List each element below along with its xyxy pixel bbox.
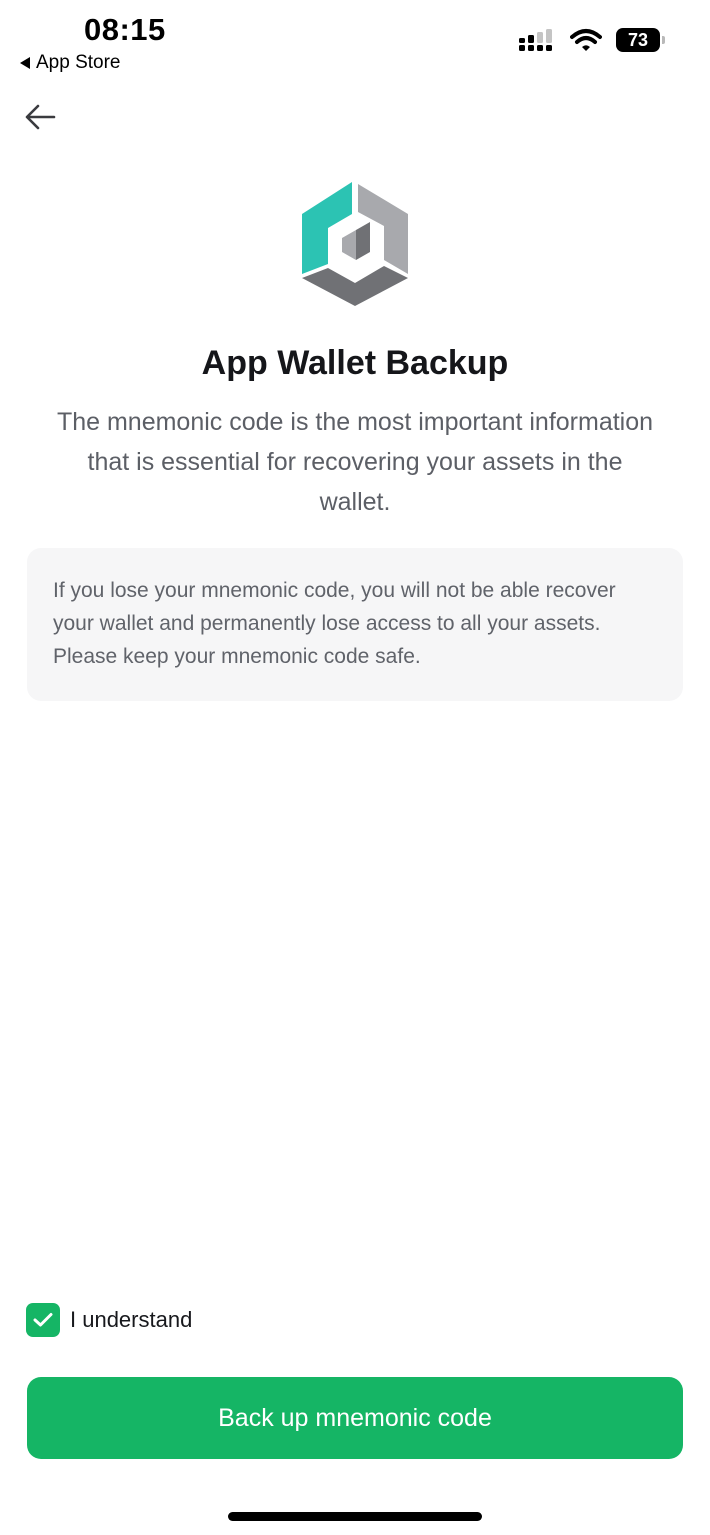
page-title: App Wallet Backup xyxy=(201,344,509,382)
return-to-app-link[interactable]: App Store xyxy=(20,52,121,74)
warning-notice: If you lose your mnemonic code, you will… xyxy=(27,548,683,701)
checkmark-icon xyxy=(33,1313,53,1327)
return-app-label: App Store xyxy=(36,52,121,73)
status-indicators: 73 xyxy=(518,28,665,52)
home-indicator xyxy=(228,1512,482,1521)
wallet-logo-icon xyxy=(302,182,408,306)
back-triangle-icon xyxy=(20,57,30,69)
page-description: The mnemonic code is the most important … xyxy=(56,408,654,516)
warning-notice-text: If you lose your mnemonic code, you will… xyxy=(53,579,616,668)
battery-icon: 73 xyxy=(616,28,665,52)
battery-level: 73 xyxy=(627,29,649,50)
wifi-icon xyxy=(570,29,602,51)
status-time: 08:15 xyxy=(84,12,166,47)
understand-checkbox[interactable] xyxy=(26,1303,60,1337)
arrow-left-icon[interactable] xyxy=(24,102,58,132)
understand-label[interactable]: I understand xyxy=(70,1307,192,1333)
back-up-mnemonic-button[interactable]: Back up mnemonic code xyxy=(27,1377,683,1459)
cellular-signal-icon xyxy=(519,29,552,51)
understand-checkbox-row[interactable]: I understand xyxy=(26,1303,192,1337)
